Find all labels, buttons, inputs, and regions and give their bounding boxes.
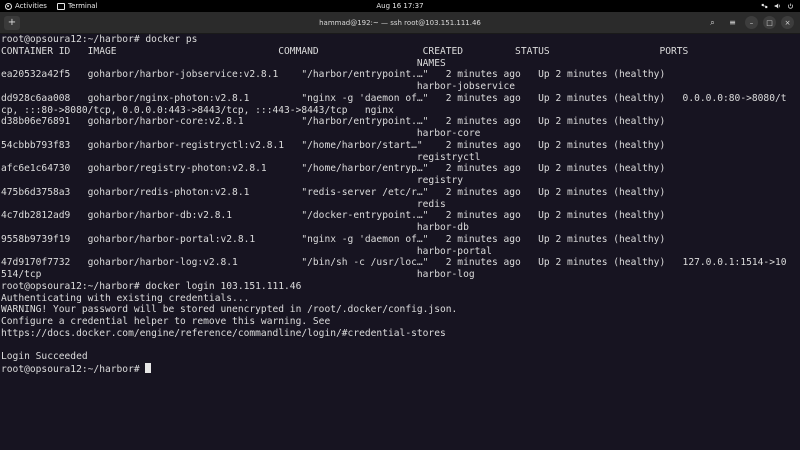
terminal-line: https://docs.docker.com/engine/reference… (1, 327, 446, 339)
menu-button[interactable]: ≡ (725, 15, 740, 30)
terminal-line: d38b06e76891 goharbor/harbor-core:v2.8.1… (1, 116, 666, 128)
terminal-line: harbor-core (1, 128, 481, 139)
terminal-line: Login Succeeded (1, 351, 88, 363)
volume-icon (774, 3, 780, 9)
window-title: hammad@192:~ — ssh root@103.151.111.46 (319, 18, 481, 27)
close-button[interactable]: × (781, 16, 794, 29)
terminal-line: 54cbbb793f83 goharbor/harbor-registryctl… (1, 139, 666, 151)
clock[interactable]: Aug 16 17:37 (376, 2, 423, 10)
terminal-line: registry (1, 175, 464, 186)
shell-prompt: root@opsoura12:~/harbor# (1, 364, 146, 375)
search-icon: ⌕ (710, 17, 715, 27)
terminal-line: dd928c6aa008 goharbor/nginx-photon:v2.8.… (1, 92, 787, 104)
terminal-line: afc6e1c64730 goharbor/registry-photon:v2… (1, 163, 666, 175)
search-button[interactable]: ⌕ (705, 15, 720, 30)
text-cursor (145, 363, 152, 373)
terminal-line: 47d9170f7732 goharbor/harbor-log:v2.8.1 … (1, 257, 787, 269)
activities-button[interactable]: Activities (5, 2, 47, 10)
terminal-line: 9558b9739f19 goharbor/harbor-portal:v2.8… (1, 233, 666, 245)
terminal-line: 4c7db2812ad9 goharbor/harbor-db:v2.8.1 "… (1, 210, 666, 222)
system-tray[interactable] (761, 0, 794, 12)
terminal-line: root@opsoura12:~/harbor# docker login 10… (1, 280, 302, 292)
terminal-line: harbor-portal (1, 245, 492, 257)
terminal-output[interactable]: root@opsoura12:~/harbor# docker ps CONTA… (0, 34, 800, 450)
maximize-button[interactable]: □ (763, 16, 776, 29)
app-menu-terminal[interactable]: Terminal (56, 2, 98, 10)
terminal-line: 514/tcp harbor-log (1, 269, 475, 280)
terminal-line: 475b6d3758a3 goharbor/redis-photon:v2.8.… (1, 186, 666, 198)
terminal-line: Authenticating with existing credentials… (1, 292, 250, 304)
terminal-line: CONTAINER ID IMAGE COMMAND CREATED STATU… (1, 45, 689, 57)
terminal-line: cp, :::80->8080/tcp, 0.0.0.0:443->8443/t… (1, 104, 394, 116)
terminal-line: ea20532a42f5 goharbor/harbor-jobservice:… (1, 69, 666, 81)
terminal-line: redis (1, 198, 446, 210)
terminal-line: harbor-jobservice (1, 81, 516, 92)
terminal-line: Configure a credential helper to remove … (1, 316, 331, 327)
close-icon: × (784, 18, 791, 27)
activities-label: Activities (15, 2, 47, 10)
maximize-icon: □ (766, 18, 773, 27)
power-icon (788, 3, 793, 9)
terminal-line: WARNING! Your password will be stored un… (1, 304, 458, 316)
terminal-line: registryctl (1, 151, 481, 163)
terminal-line: root@opsoura12:~/harbor# docker ps (1, 34, 198, 45)
activities-icon (5, 2, 12, 10)
terminal-prompt-line[interactable]: root@opsoura12:~/harbor# (0, 363, 800, 375)
new-tab-button[interactable]: + (4, 16, 20, 30)
terminal-app-icon (56, 2, 65, 10)
terminal-title-bar[interactable]: + hammad@192:~ — ssh root@103.151.111.46… (0, 12, 800, 34)
network-icon (761, 3, 768, 9)
minimize-button[interactable]: – (745, 16, 758, 29)
app-name-label: Terminal (67, 2, 98, 10)
hamburger-menu-icon: ≡ (729, 18, 736, 27)
terminal-line: NAMES (1, 57, 446, 69)
terminal-line: harbor-db (1, 222, 469, 233)
top-bar: Activities Terminal Aug 16 17:37 (0, 0, 800, 12)
minimize-icon: – (749, 18, 754, 27)
